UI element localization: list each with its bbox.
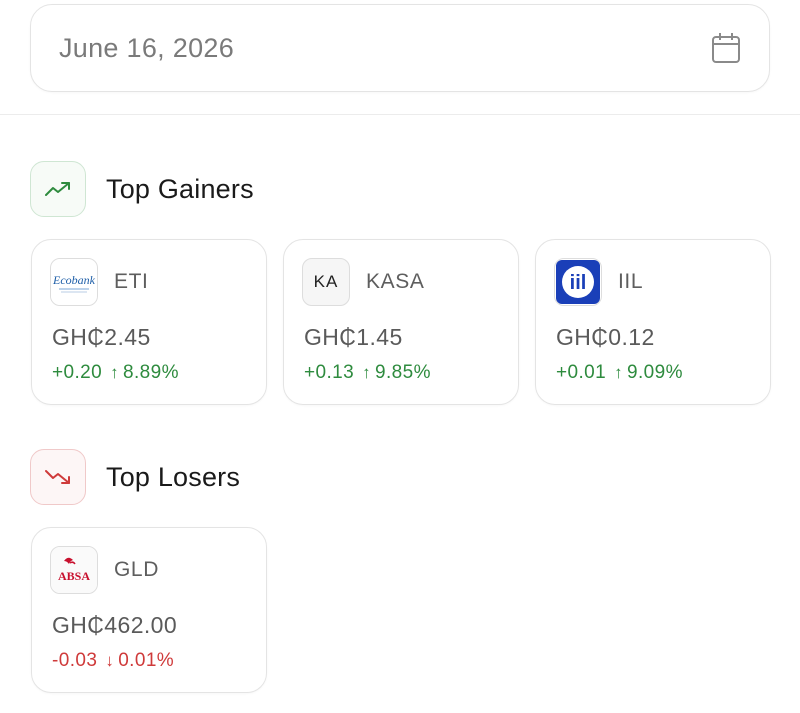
stock-card-gld[interactable]: ABSA GLD GH₵462.00 -0.03 ↓ 0.01% xyxy=(31,527,267,693)
stock-ticker: IIL xyxy=(618,270,644,293)
stock-price: GH₵2.45 xyxy=(52,324,151,350)
change-amount: -0.03 xyxy=(52,650,98,671)
section-title: Top Losers xyxy=(106,461,241,492)
stock-ticker: ETI xyxy=(114,270,149,293)
change-percent: 9.85% xyxy=(374,362,431,383)
arrow-up-icon: ↑ xyxy=(362,363,371,382)
svg-text:ABSA: ABSA xyxy=(58,569,90,583)
stock-ticker: KASA xyxy=(366,270,425,293)
stock-card-iil[interactable]: iil IIL GH₵0.12 +0.01 ↑ 9.09% xyxy=(535,239,771,405)
stock-change: -0.03 ↓ 0.01% xyxy=(52,650,174,672)
top-losers-header: Top Losers xyxy=(30,449,240,505)
svg-text:Ecobank: Ecobank xyxy=(52,273,96,287)
date-value[interactable]: June 16, 2026 xyxy=(59,33,711,64)
stock-card-kasa[interactable]: KA KASA GH₵1.45 +0.13 ↑ 9.85% xyxy=(283,239,519,405)
change-amount: +0.20 xyxy=(52,362,103,383)
stock-change: +0.01 ↑ 9.09% xyxy=(556,362,683,384)
kasa-logo-text: KA xyxy=(313,272,339,291)
stock-price: GH₵462.00 xyxy=(52,612,178,638)
arrow-down-icon: ↓ xyxy=(105,651,115,670)
stock-change: +0.13 ↑ 9.85% xyxy=(304,362,431,384)
arrow-up-icon: ↑ xyxy=(614,363,623,382)
change-amount: +0.13 xyxy=(304,362,355,383)
date-picker[interactable]: June 16, 2026 xyxy=(30,4,770,92)
section-title: Top Gainers xyxy=(106,173,254,204)
trending-down-icon xyxy=(30,449,86,505)
ecobank-logo: Ecobank xyxy=(50,258,98,306)
stock-price: GH₵0.12 xyxy=(556,324,655,350)
arrow-up-icon: ↑ xyxy=(110,363,119,382)
kasa-logo: KA xyxy=(302,258,350,306)
trending-up-icon xyxy=(30,161,86,217)
top-gainers-header: Top Gainers xyxy=(30,161,254,217)
change-percent: 8.89% xyxy=(122,362,179,383)
calendar-icon[interactable] xyxy=(711,32,741,64)
change-percent: 9.09% xyxy=(626,362,683,383)
divider xyxy=(0,114,800,115)
stock-ticker: GLD xyxy=(114,558,159,581)
change-amount: +0.01 xyxy=(556,362,607,383)
change-percent: 0.01% xyxy=(118,650,175,671)
iil-logo: iil xyxy=(554,258,602,306)
absa-logo: ABSA xyxy=(50,546,98,594)
stock-price: GH₵1.45 xyxy=(304,324,403,350)
stock-change: +0.20 ↑ 8.89% xyxy=(52,362,179,384)
svg-text:iil: iil xyxy=(570,272,587,294)
stock-card-eti[interactable]: Ecobank ETI GH₵2.45 +0.20 ↑ 8.89% xyxy=(31,239,267,405)
